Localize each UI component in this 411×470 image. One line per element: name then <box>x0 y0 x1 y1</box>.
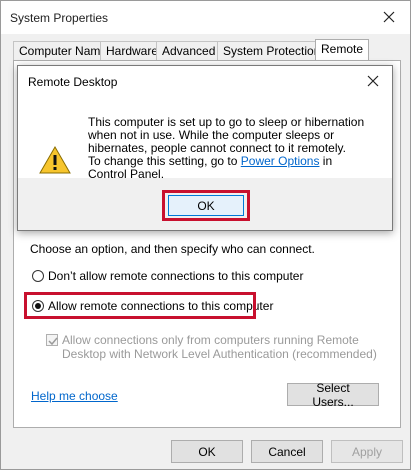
tab-advanced[interactable]: Advanced <box>156 41 222 60</box>
nla-label-line2: Desktop with Network Level Authenticatio… <box>62 347 377 361</box>
dialog-title-bar: Remote Desktop <box>18 66 392 96</box>
dont-allow-label[interactable]: Don’t allow remote connections to this c… <box>48 269 303 283</box>
warning-icon <box>38 145 72 175</box>
instruction-text: Choose an option, and then specify who c… <box>30 242 315 256</box>
title-bar: System Properties <box>1 1 410 34</box>
allow-option-highlight <box>24 292 256 319</box>
dont-allow-radio[interactable] <box>32 270 44 282</box>
select-users-button[interactable]: Select Users... <box>287 381 379 409</box>
window-title: System Properties <box>10 11 109 25</box>
message-line: Control Panel. <box>88 167 165 181</box>
tab-system-protection[interactable]: System Protection <box>217 41 327 60</box>
apply-button: Apply <box>331 440 403 463</box>
dialog-ok-button[interactable]: OK <box>168 195 244 216</box>
message-prefix: To change this setting, go to <box>88 154 241 168</box>
dialog-body: This computer is set up to go to sleep o… <box>18 96 392 181</box>
system-properties-window: System Properties Computer Name Hardware… <box>0 0 411 470</box>
tab-computer-name[interactable]: Computer Name <box>13 41 114 60</box>
remote-desktop-group: Choose an option, and then specify who c… <box>24 226 388 411</box>
remote-desktop-dialog: Remote Desktop This computer is set up t… <box>17 65 393 231</box>
power-options-link[interactable]: Power Options <box>241 154 320 168</box>
help-me-choose-link[interactable]: Help me choose <box>31 389 118 403</box>
dialog-message: This computer is set up to go to sleep o… <box>88 116 383 181</box>
dialog-close-icon[interactable] <box>364 72 382 90</box>
ok-button[interactable]: OK <box>171 440 243 463</box>
tab-hardware[interactable]: Hardware <box>100 41 165 60</box>
message-suffix: in <box>319 154 333 168</box>
dialog-title: Remote Desktop <box>28 75 118 89</box>
tab-remote[interactable]: Remote <box>315 39 370 61</box>
close-icon[interactable] <box>378 6 400 28</box>
cancel-button[interactable]: Cancel <box>251 440 323 463</box>
nla-checkbox[interactable] <box>46 334 58 346</box>
nla-label-line1: Allow connections only from computers ru… <box>62 333 359 347</box>
